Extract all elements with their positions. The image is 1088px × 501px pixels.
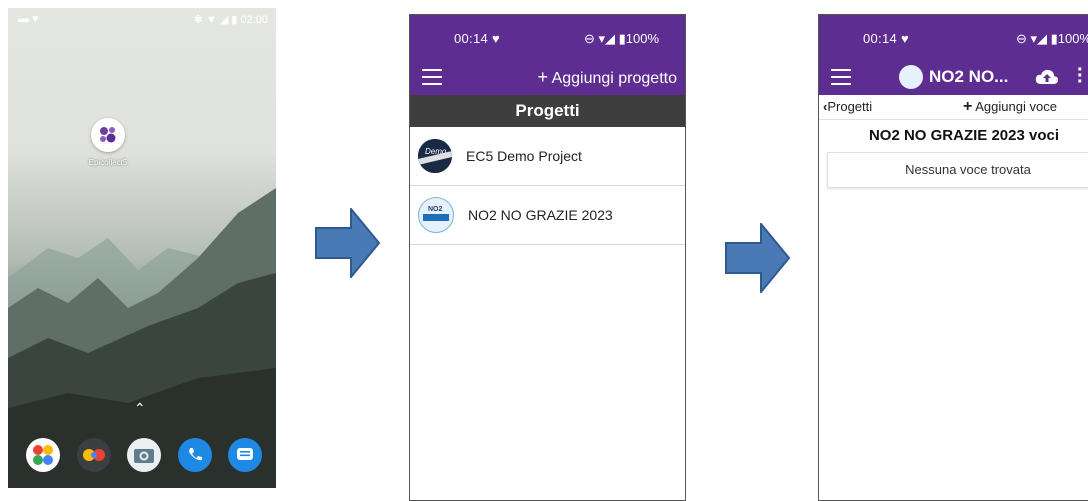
- thumb-text: NO2: [428, 206, 443, 213]
- app-toolbar: + Aggiungi progetto: [410, 59, 685, 95]
- back-label: Progetti: [827, 99, 873, 114]
- heart-icon: ♥: [900, 31, 909, 46]
- project-name: NO2 NO GRAZIE 2023: [468, 207, 613, 223]
- plus-icon: +: [537, 67, 548, 87]
- status-bar: 00:14 ♥ ⊖ ▾◢ ▮100%: [819, 15, 1088, 59]
- flow-arrow-icon: [315, 208, 381, 278]
- clock: 00:14: [454, 31, 489, 46]
- app-drawer-chevron-icon[interactable]: ⌃: [134, 400, 146, 417]
- status-icons: ⊖ ▾◢ ▮: [583, 31, 626, 46]
- signal-icons: ✱ ▼ ◢ ▮: [193, 14, 241, 26]
- entries-heading: NO2 NO GRAZIE 2023 voci: [868, 127, 1060, 144]
- battery-percent: 100%: [1057, 31, 1088, 46]
- more-options-icon[interactable]: · · ·: [1077, 60, 1084, 92]
- add-project-label: Aggiungi progetto: [551, 70, 677, 87]
- clock: 02:00: [240, 14, 268, 26]
- app-toolbar: NO2 NO... · · ·: [819, 59, 1088, 95]
- android-home-screen: ▬ ♥ ✱ ▼ ◢ ▮ 02:00 Epicollect5 ⌃: [8, 8, 276, 488]
- dock: [26, 438, 262, 474]
- entries-screen: 00:14 ♥ ⊖ ▾◢ ▮100% NO2 NO... · · · ‹Proget…: [818, 14, 1088, 501]
- messages-icon[interactable]: [228, 438, 262, 472]
- flow-arrow-icon: [725, 223, 791, 293]
- status-bar: ▬ ♥ ✱ ▼ ◢ ▮ 02:00: [8, 8, 276, 30]
- folder-icon[interactable]: [26, 438, 60, 472]
- project-title: NO2 NO...: [929, 67, 1009, 86]
- plus-icon: +: [963, 98, 973, 115]
- status-icons: ⊖ ▾◢ ▮: [1015, 31, 1058, 46]
- epicollect-logo-icon: [100, 127, 116, 143]
- battery-percent: 100%: [625, 31, 659, 46]
- heart-icon: ♥: [491, 31, 500, 46]
- project-row-no2[interactable]: NO2 NO2 NO GRAZIE 2023: [410, 186, 685, 245]
- camera-icon[interactable]: [127, 438, 161, 472]
- add-entry-label: Aggiungi voce: [975, 99, 1057, 114]
- project-name: EC5 Demo Project: [466, 148, 582, 164]
- empty-state: Nessuna voce trovata: [827, 152, 1088, 188]
- navigation-bar: ‹Progetti + Aggiungi voce: [819, 95, 1088, 120]
- project-thumbnail: NO2: [418, 197, 454, 233]
- project-thumbnail: Demo: [418, 139, 452, 173]
- project-logo-icon: [899, 65, 923, 89]
- add-project-button[interactable]: + Aggiungi progetto: [537, 67, 677, 88]
- page-title: Progetti: [410, 95, 685, 127]
- cloud-upload-icon[interactable]: [1035, 69, 1059, 85]
- menu-icon[interactable]: [831, 69, 851, 85]
- back-button[interactable]: ‹Progetti: [823, 99, 872, 114]
- epicollect5-app-icon[interactable]: [91, 118, 125, 152]
- add-entry-button[interactable]: + Aggiungi voce: [963, 98, 1057, 116]
- thumb-text: Demo: [425, 147, 447, 156]
- project-row-ec5-demo[interactable]: Demo EC5 Demo Project: [410, 127, 685, 186]
- app-label: Epicollect5: [88, 158, 128, 167]
- menu-icon[interactable]: [422, 69, 442, 85]
- clock: 00:14: [863, 31, 898, 46]
- status-bar: 00:14 ♥ ⊖ ▾◢ ▮100%: [410, 15, 685, 59]
- projects-screen: 00:14 ♥ ⊖ ▾◢ ▮100% + Aggiungi progetto P…: [409, 14, 686, 501]
- chrome-icon[interactable]: [76, 438, 111, 472]
- notification-icons: ▬ ♥: [18, 13, 39, 25]
- phone-icon[interactable]: [177, 438, 212, 472]
